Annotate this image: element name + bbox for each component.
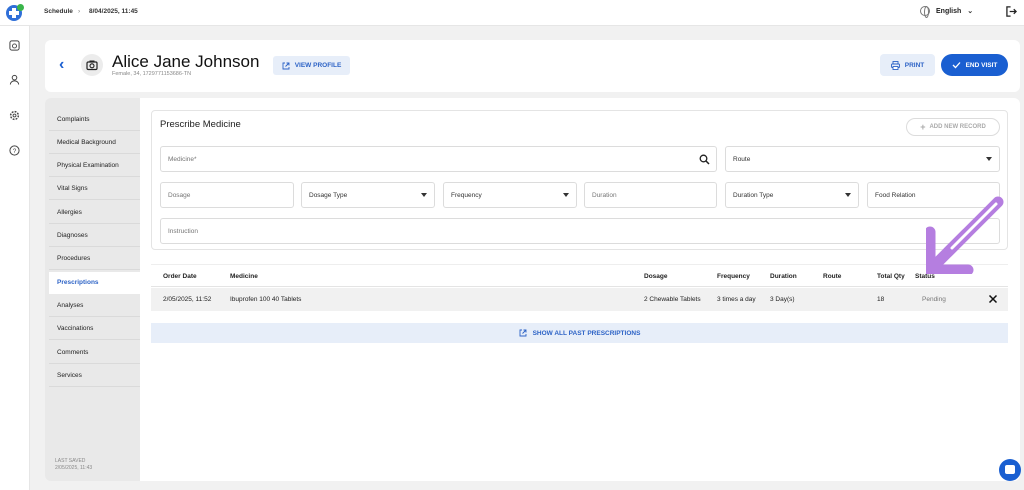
top-bar: Schedule › 8/04/2025, 11:45 English ⌄ xyxy=(0,0,1024,26)
add-new-record-button[interactable]: + ADD NEW RECORD xyxy=(906,118,1000,136)
settings-icon[interactable] xyxy=(9,110,20,121)
nav-item-vaccinations[interactable]: Vaccinations xyxy=(49,318,140,340)
duration-field[interactable] xyxy=(584,182,717,208)
end-visit-label: END VISIT xyxy=(965,61,998,69)
frequency-select[interactable]: Frequency xyxy=(443,182,577,208)
nav-item-complaints[interactable]: Complaints xyxy=(49,109,140,131)
patient-header: ‹ Alice Jane Johnson Female, 34, 1729771… xyxy=(45,40,1020,92)
help-icon[interactable]: ? xyxy=(9,145,20,156)
back-arrow-icon[interactable]: ‹ xyxy=(59,57,71,73)
cell-total-qty: 18 xyxy=(877,296,885,303)
food-relation-label: Food Relation xyxy=(875,191,916,199)
language-selector[interactable]: English ⌄ xyxy=(920,6,974,18)
cell-duration: 3 Day(s) xyxy=(770,296,795,303)
breadcrumb-separator: › xyxy=(78,8,81,15)
last-saved-label: LAST SAVED xyxy=(55,458,86,464)
show-all-label: SHOW ALL PAST PRESCRIPTIONS xyxy=(532,329,641,337)
duration-type-select[interactable]: Duration Type xyxy=(725,182,859,208)
duration-type-label: Duration Type xyxy=(733,191,774,199)
globe-icon xyxy=(920,6,930,18)
plus-icon: + xyxy=(920,122,926,132)
print-button[interactable]: PRINT xyxy=(880,54,935,76)
table-header: Order Date Medicine Dosage Frequency Dur… xyxy=(151,264,1008,287)
logout-icon[interactable] xyxy=(1006,6,1017,17)
nav-item-vital-signs[interactable]: Vital Signs xyxy=(49,178,140,200)
remove-icon[interactable] xyxy=(988,294,998,304)
nav-item-allergies[interactable]: Allergies xyxy=(49,202,140,224)
col-dosage: Dosage xyxy=(644,273,668,280)
last-saved-value: 2/05/2025, 11:43 xyxy=(55,465,93,471)
col-total-qty: Total Qty xyxy=(877,273,905,280)
app-logo[interactable] xyxy=(6,4,24,21)
breadcrumb-current: 8/04/2025, 11:45 xyxy=(89,8,138,15)
patient-name: Alice Jane Johnson xyxy=(112,52,260,71)
patient-avatar[interactable] xyxy=(81,54,103,76)
dosage-type-select[interactable]: Dosage Type xyxy=(301,182,435,208)
nav-item-medical-background[interactable]: Medical Background xyxy=(49,132,140,154)
left-rail: ? xyxy=(0,26,30,490)
nav-item-physical-examination[interactable]: Physical Examination xyxy=(49,155,140,177)
end-visit-button[interactable]: END VISIT xyxy=(941,54,1008,76)
nav-item-analyses[interactable]: Analyses xyxy=(49,295,140,317)
medicine-field[interactable] xyxy=(160,146,717,172)
dosage-input[interactable] xyxy=(168,191,293,199)
table-row[interactable]: 2/05/2025, 11:52 Ibuprofen 100 40 Tablet… xyxy=(151,288,1008,311)
col-medicine: Medicine xyxy=(230,273,258,280)
annotation-arrow-icon xyxy=(926,196,1004,274)
print-label: PRINT xyxy=(904,61,925,69)
dropdown-arrow-icon xyxy=(986,157,992,161)
nav-item-services[interactable]: Services xyxy=(49,365,140,387)
duration-input[interactable] xyxy=(592,191,716,199)
cell-order-date: 2/05/2025, 11:52 xyxy=(163,296,212,303)
col-duration: Duration xyxy=(770,273,797,280)
dosage-field[interactable] xyxy=(160,182,294,208)
nav-item-procedures[interactable]: Procedures xyxy=(49,248,140,270)
dropdown-arrow-icon xyxy=(563,193,569,197)
instruction-field[interactable] xyxy=(160,218,1000,244)
main-panel: Prescribe Medicine + ADD NEW RECORD Rout… xyxy=(140,98,1020,481)
printer-icon xyxy=(890,60,900,70)
user-icon[interactable] xyxy=(9,74,20,85)
external-link-icon xyxy=(282,62,290,69)
nav-item-comments[interactable]: Comments xyxy=(49,342,140,364)
view-profile-button[interactable]: VIEW PROFILE xyxy=(273,56,350,75)
status-badge: Pending xyxy=(922,296,946,303)
svg-text:?: ? xyxy=(13,148,17,155)
language-label: English xyxy=(936,7,962,15)
nav-item-diagnoses[interactable]: Diagnoses xyxy=(49,225,140,247)
search-icon[interactable] xyxy=(699,154,710,165)
cell-frequency: 3 times a day xyxy=(717,296,756,303)
prescribe-medicine-card: Prescribe Medicine + ADD NEW RECORD Rout… xyxy=(151,110,1008,250)
prescribe-title: Prescribe Medicine xyxy=(160,119,241,130)
route-label: Route xyxy=(733,155,751,163)
calendar-icon[interactable] xyxy=(9,40,20,51)
section-nav: Complaints Medical Background Physical E… xyxy=(45,98,140,481)
col-frequency: Frequency xyxy=(717,273,750,280)
nav-item-prescriptions[interactable]: Prescriptions xyxy=(49,272,140,294)
instruction-input[interactable] xyxy=(168,227,999,235)
cell-medicine: Ibuprofen 100 40 Tablets xyxy=(230,296,302,303)
chat-widget-button[interactable] xyxy=(999,459,1021,481)
show-all-past-prescriptions-button[interactable]: SHOW ALL PAST PRESCRIPTIONS xyxy=(151,323,1008,343)
check-icon xyxy=(952,62,961,69)
col-order-date: Order Date xyxy=(163,273,197,280)
view-profile-label: VIEW PROFILE xyxy=(294,62,342,69)
frequency-label: Frequency xyxy=(451,191,482,199)
col-status: Status xyxy=(915,273,935,280)
dropdown-arrow-icon xyxy=(421,193,427,197)
camera-icon xyxy=(86,60,98,71)
add-new-record-label: ADD NEW RECORD xyxy=(929,124,986,130)
dosage-type-label: Dosage Type xyxy=(309,191,348,199)
dropdown-arrow-icon xyxy=(845,193,851,197)
medicine-input[interactable] xyxy=(168,155,716,163)
cell-dosage: 2 Chewable Tablets xyxy=(644,296,701,303)
col-route: Route xyxy=(823,273,842,280)
breadcrumb-schedule[interactable]: Schedule xyxy=(44,8,73,15)
external-link-icon xyxy=(519,329,527,337)
patient-info: Female, 34, 1729771153686-TN xyxy=(112,71,192,77)
route-select[interactable]: Route xyxy=(725,146,1000,172)
last-saved: LAST SAVED 2/05/2025, 11:43 xyxy=(55,458,92,472)
chevron-down-icon: ⌄ xyxy=(967,8,974,15)
